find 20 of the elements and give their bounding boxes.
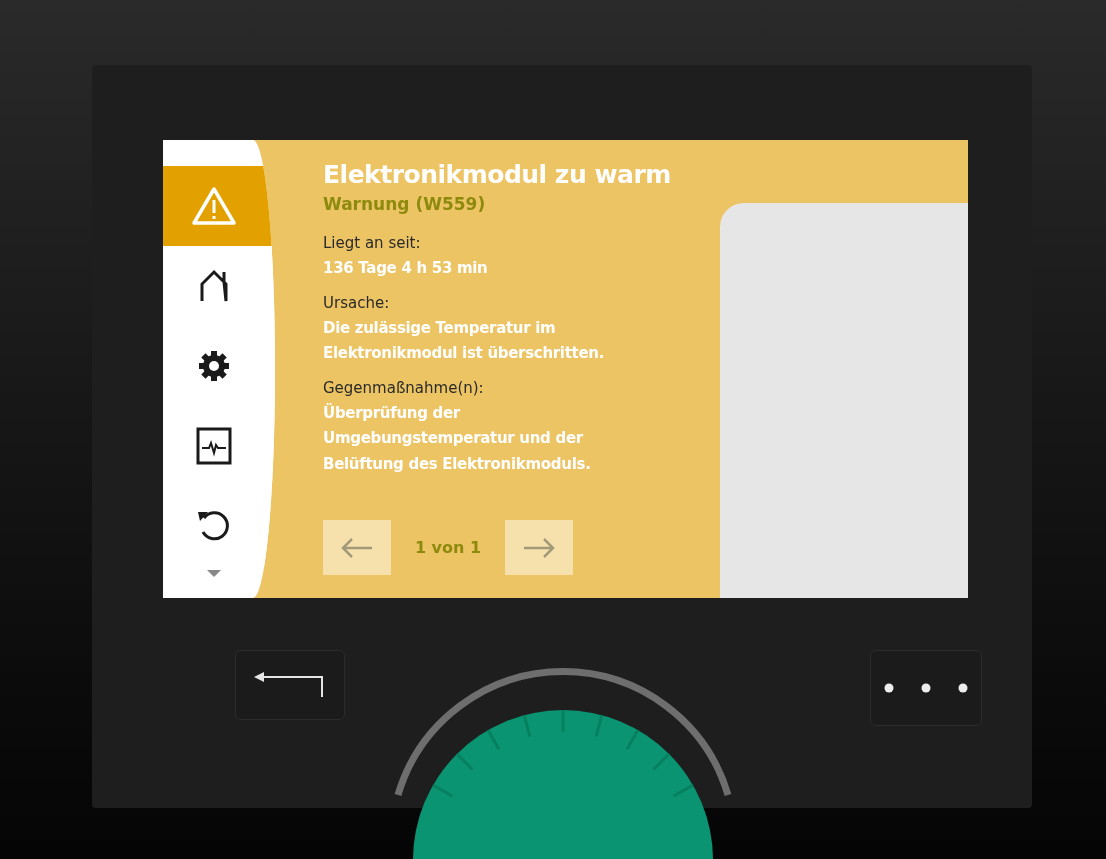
back-button[interactable] xyxy=(235,650,345,720)
arrow-right-icon xyxy=(522,537,556,558)
page-indicator: 1 von 1 xyxy=(413,536,483,559)
section-label: Liegt an seit: xyxy=(323,233,422,254)
warning-code: Warnung (W559) xyxy=(323,193,487,216)
section-label: Ursache: xyxy=(323,292,391,314)
return-arrow-icon xyxy=(254,671,326,699)
more-button[interactable] xyxy=(870,650,982,726)
warning-icon xyxy=(191,186,237,226)
section-label: Gegenmaßnahme(n): xyxy=(323,377,485,399)
caret-down-icon xyxy=(207,570,221,578)
gear-icon xyxy=(198,350,230,382)
section-text: Überprüfung der Umgebungstemperatur und der Belüftung des Elektronikmoduls. xyxy=(323,402,592,475)
warning-title: Elektronikmodul zu warm xyxy=(323,159,672,191)
monitor-icon xyxy=(196,427,232,465)
section-text: 136 Tage 4 h 53 min xyxy=(323,258,489,279)
home-icon xyxy=(200,269,228,303)
section-text: Die zulässige Temperatur im Elektronikmodul ist überschritten. xyxy=(323,317,606,364)
arrow-left-icon xyxy=(340,537,374,558)
dots-icon xyxy=(884,683,968,693)
